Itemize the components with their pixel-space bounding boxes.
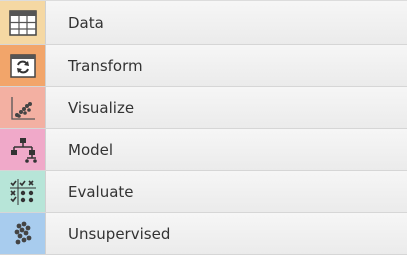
category-label: Evaluate (68, 182, 134, 201)
widget-category-list: Data Transform Visualize Model Evaluate … (0, 0, 407, 255)
category-label: Transform (68, 56, 143, 75)
category-visualize[interactable]: Visualize (0, 87, 407, 129)
category-data[interactable]: Data (0, 1, 407, 45)
tree-icon (0, 129, 46, 170)
category-evaluate[interactable]: Evaluate (0, 171, 407, 213)
category-label: Model (68, 140, 114, 159)
category-transform[interactable]: Transform (0, 45, 407, 87)
transform-icon (0, 45, 46, 86)
table-icon (0, 1, 46, 44)
cluster-dots-icon (0, 213, 46, 254)
category-label: Data (68, 13, 104, 32)
category-label: Visualize (68, 98, 135, 117)
category-unsupervised[interactable]: Unsupervised (0, 213, 407, 255)
category-label: Unsupervised (68, 224, 171, 243)
category-model[interactable]: Model (0, 129, 407, 171)
evaluate-matrix-icon (0, 171, 46, 212)
scatter-plot-icon (0, 87, 46, 128)
